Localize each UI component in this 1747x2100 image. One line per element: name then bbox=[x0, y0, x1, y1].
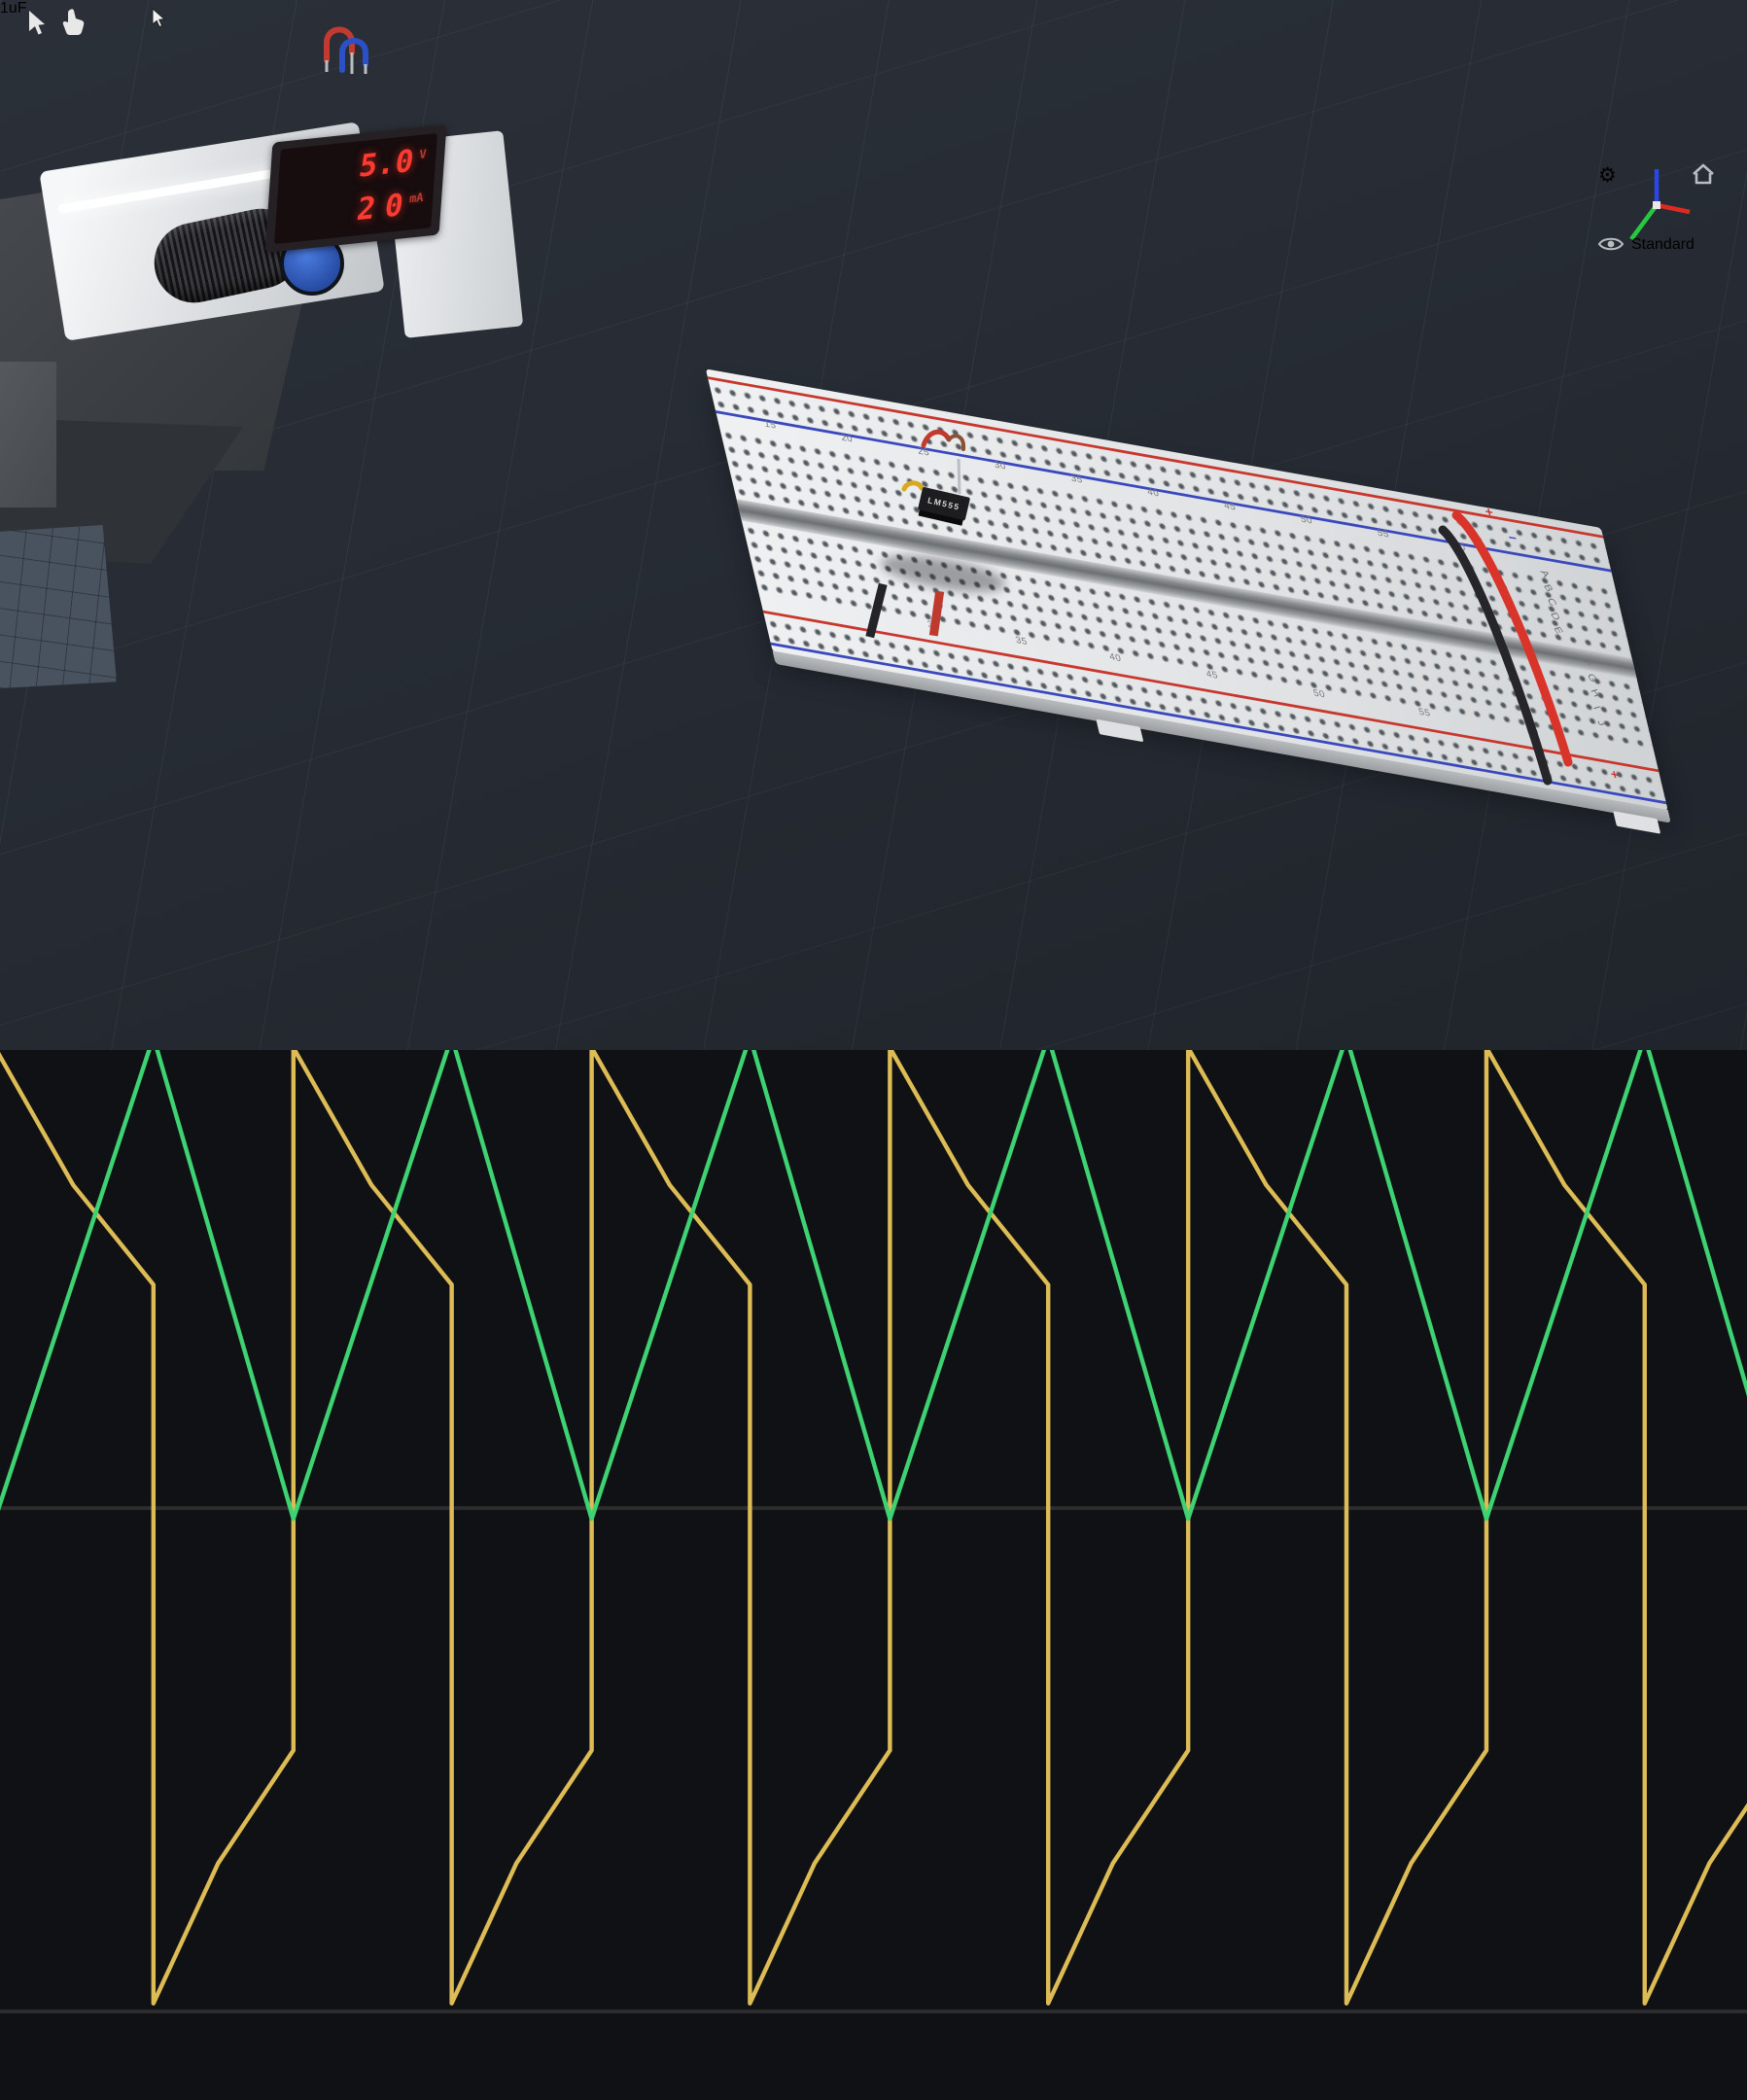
scope-waveform-svg bbox=[0, 916, 1747, 2100]
scene-gray-box bbox=[0, 362, 56, 508]
axis-x-red bbox=[1657, 205, 1690, 212]
scope-plot-area[interactable] bbox=[0, 916, 1747, 2100]
capacitor-value-label: 1uF bbox=[0, 0, 27, 17]
axis-z-green bbox=[1631, 205, 1657, 239]
scene-settings-gear-icon[interactable]: ⚙ bbox=[1598, 163, 1617, 188]
hand-tool-icon[interactable] bbox=[60, 8, 87, 37]
select-arrow-tool-icon[interactable] bbox=[27, 10, 49, 37]
led-leg bbox=[985, 556, 988, 579]
timer-ic-label: LM555 bbox=[926, 495, 961, 511]
mouse-cursor bbox=[152, 8, 167, 29]
psu-voltage-value: 5.0 bbox=[357, 146, 416, 183]
eye-icon[interactable] bbox=[1598, 235, 1624, 253]
resistor-standing-3[interactable] bbox=[965, 604, 985, 646]
power-supply-display[interactable]: 5.0 V 20 mA bbox=[265, 124, 447, 253]
axis-gizmo[interactable] bbox=[1622, 161, 1695, 245]
axis-origin bbox=[1653, 201, 1660, 209]
scene-3d-viewport[interactable]: 5.0 V 20 mA 1520253035404550556030354045… bbox=[0, 0, 1747, 1050]
led-leg bbox=[967, 554, 970, 578]
psu-current-value: 20 bbox=[355, 189, 415, 226]
led-orange[interactable] bbox=[958, 503, 1000, 555]
breadboard[interactable]: 1520253035404550556030354045505560ABCDEF… bbox=[567, 344, 1672, 829]
breadboard-body[interactable]: 1520253035404550556030354045505560ABCDEF… bbox=[706, 368, 1668, 811]
psu-voltage-unit: V bbox=[419, 147, 427, 161]
view-mode-label[interactable]: Standard bbox=[1631, 236, 1695, 254]
seven-segment-panel: 5.0 V 20 mA bbox=[274, 133, 437, 244]
capacitor-selected[interactable]: 1uF bbox=[0, 0, 27, 18]
scene-floor-tiles bbox=[0, 525, 117, 688]
jumper-wires-icon[interactable] bbox=[319, 14, 379, 74]
resistor-lead bbox=[973, 646, 976, 669]
